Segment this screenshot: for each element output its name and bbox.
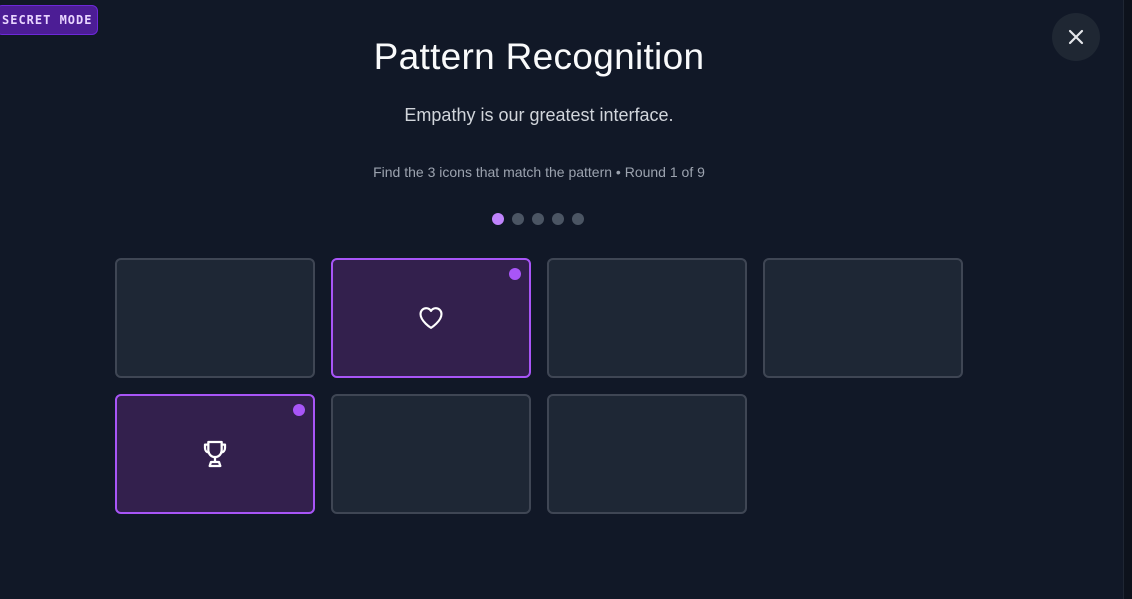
- page-title: Pattern Recognition: [373, 36, 705, 77]
- icon-card[interactable]: [115, 258, 315, 378]
- subtitle: Empathy is our greatest interface.: [404, 105, 674, 125]
- icon-card[interactable]: [331, 258, 531, 378]
- progress-dot: [512, 213, 524, 225]
- icon-card[interactable]: [115, 394, 315, 514]
- icon-card[interactable]: [547, 394, 747, 514]
- progress-dot: [532, 213, 544, 225]
- icon-card[interactable]: [331, 394, 531, 514]
- icon-card[interactable]: [547, 258, 747, 378]
- progress-dot: [492, 213, 504, 225]
- right-edge-divider: [1123, 0, 1132, 599]
- selected-marker: [293, 404, 305, 416]
- secret-mode-badge: SECRET MODE: [0, 5, 98, 35]
- secret-mode-label: SECRET MODE: [2, 13, 93, 27]
- round-instructions: Find the 3 icons that match the pattern …: [373, 164, 705, 180]
- selected-marker: [509, 268, 521, 280]
- trophy-icon: [203, 440, 227, 468]
- progress-dot: [572, 213, 584, 225]
- icon-card[interactable]: [763, 258, 963, 378]
- progress-dot: [552, 213, 564, 225]
- progress-dots: [492, 213, 584, 225]
- heart-icon: [419, 307, 443, 329]
